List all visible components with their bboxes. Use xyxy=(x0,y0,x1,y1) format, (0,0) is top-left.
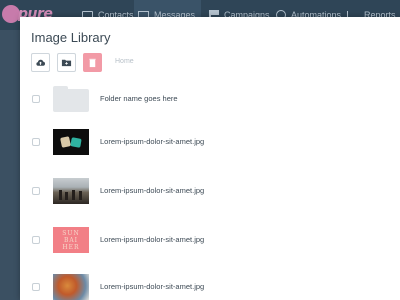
upload-button[interactable] xyxy=(31,53,50,72)
folder-icon xyxy=(53,86,89,112)
row-checkbox[interactable] xyxy=(32,236,40,244)
row-checkbox[interactable] xyxy=(32,138,40,146)
delete-button[interactable] xyxy=(83,53,102,72)
row-checkbox[interactable] xyxy=(32,283,40,291)
list-item-image[interactable]: SUN BAI HER Lorem-ipsum-dolor-sit-amet.j… xyxy=(20,227,400,253)
trash-icon xyxy=(89,58,96,68)
folder-plus-icon xyxy=(61,59,72,67)
image-thumbnail xyxy=(53,178,89,204)
cloud-upload-icon xyxy=(36,59,46,66)
list-item-image[interactable]: Lorem-ipsum-dolor-sit-amet.jpg xyxy=(20,129,400,155)
thumb-text: SUN xyxy=(62,229,80,237)
list-item-image[interactable]: Lorem-ipsum-dolor-sit-amet.jpg xyxy=(20,274,400,300)
row-label: Lorem-ipsum-dolor-sit-amet.jpg xyxy=(100,186,205,195)
sidebar-strip xyxy=(0,30,20,300)
row-label: Lorem-ipsum-dolor-sit-amet.jpg xyxy=(100,282,205,291)
image-thumbnail xyxy=(53,274,89,300)
image-library-modal: Image Library Home Folder name goes here xyxy=(20,17,400,300)
list-item-folder[interactable]: Folder name goes here xyxy=(20,86,400,112)
image-thumbnail: SUN BAI HER xyxy=(53,227,89,253)
thumb-text: BAI xyxy=(63,236,79,244)
row-checkbox[interactable] xyxy=(32,187,40,195)
row-checkbox[interactable] xyxy=(32,95,40,103)
image-thumbnail xyxy=(53,129,89,155)
new-folder-button[interactable] xyxy=(57,53,76,72)
breadcrumb[interactable]: Home xyxy=(115,58,134,65)
list-item-image[interactable]: Lorem-ipsum-dolor-sit-amet.jpg xyxy=(20,178,400,204)
row-label: Lorem-ipsum-dolor-sit-amet.jpg xyxy=(100,235,205,244)
row-label: Folder name goes here xyxy=(100,94,178,103)
modal-title: Image Library xyxy=(31,30,111,45)
row-label: Lorem-ipsum-dolor-sit-amet.jpg xyxy=(100,137,205,146)
thumb-text: HER xyxy=(62,243,80,251)
